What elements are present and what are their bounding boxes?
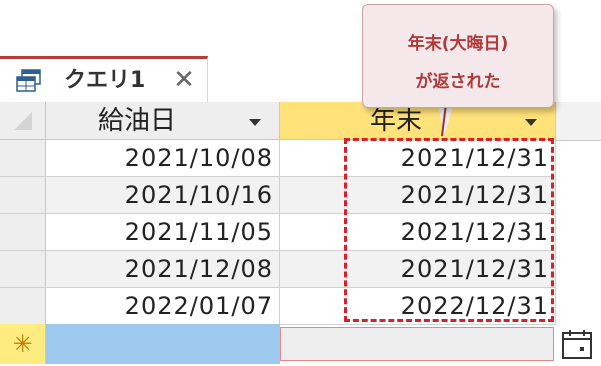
row-selector[interactable] bbox=[0, 214, 46, 251]
close-icon[interactable]: ✕ bbox=[170, 65, 198, 95]
column-header-fuel-date[interactable]: 給油日 bbox=[46, 102, 280, 140]
query-icon bbox=[16, 69, 41, 92]
cell-fuel-date[interactable]: 2021/10/08 bbox=[46, 140, 280, 177]
callout-line-2: が返された bbox=[415, 72, 501, 92]
sort-filter-dropdown-icon[interactable] bbox=[525, 119, 537, 126]
cell-year-end[interactable]: 2021/12/31 bbox=[280, 251, 556, 288]
row-selector[interactable] bbox=[0, 140, 46, 177]
table-row: 2021/12/08 2021/12/31 bbox=[0, 251, 556, 288]
new-record-marker[interactable]: ✳ bbox=[0, 324, 46, 364]
cell-fuel-date[interactable]: 2021/10/16 bbox=[46, 177, 280, 214]
cell-year-end[interactable]: 2021/12/31 bbox=[280, 177, 556, 214]
callout-line-1: 年末(大晦日) bbox=[407, 34, 509, 54]
column-header-label: 給油日 bbox=[98, 106, 177, 136]
tab-label: クエリ1 bbox=[64, 68, 146, 93]
table-row: 2022/01/07 2022/12/31 bbox=[0, 288, 556, 325]
empty-header-area bbox=[556, 102, 601, 141]
callout-pointer bbox=[438, 104, 454, 137]
cell-fuel-date[interactable]: 2021/11/05 bbox=[46, 214, 280, 251]
cell-year-end[interactable]: 2021/12/31 bbox=[280, 214, 556, 251]
tab-query1[interactable]: クエリ1 ✕ bbox=[0, 56, 208, 102]
select-all-button[interactable] bbox=[0, 102, 46, 140]
new-record-cell-fuel-date[interactable] bbox=[46, 324, 280, 364]
annotation-callout: 年末(大晦日) が返された bbox=[362, 4, 554, 108]
row-selector[interactable] bbox=[0, 288, 46, 325]
new-record-cell-year-end[interactable] bbox=[280, 327, 554, 361]
table-row: 2021/10/16 2021/12/31 bbox=[0, 177, 556, 214]
table-row: 2021/10/08 2021/12/31 bbox=[0, 140, 556, 177]
row-selector[interactable] bbox=[0, 177, 46, 214]
cell-year-end[interactable]: 2022/12/31 bbox=[280, 288, 556, 325]
new-record-row: ✳ bbox=[0, 324, 601, 364]
table-row: 2021/11/05 2021/12/31 bbox=[0, 214, 556, 251]
cell-year-end[interactable]: 2021/12/31 bbox=[280, 140, 556, 177]
calendar-icon[interactable] bbox=[560, 328, 594, 360]
select-all-icon bbox=[14, 112, 32, 130]
cell-fuel-date[interactable]: 2021/12/08 bbox=[46, 251, 280, 288]
cell-fuel-date[interactable]: 2022/01/07 bbox=[46, 288, 280, 325]
row-selector[interactable] bbox=[0, 251, 46, 288]
sort-filter-dropdown-icon[interactable] bbox=[249, 119, 261, 126]
